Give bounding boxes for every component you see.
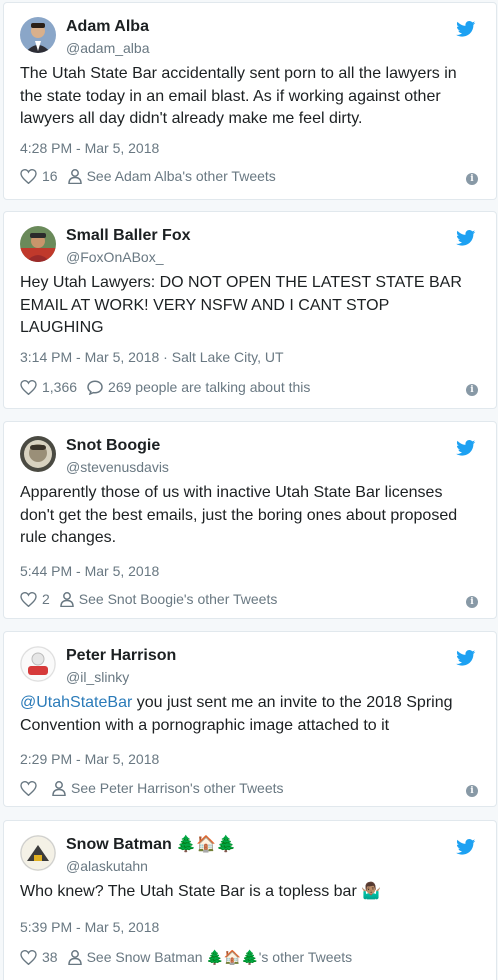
tweet-timestamp[interactable]: 5:39 PM - Mar 5, 2018 xyxy=(20,918,159,936)
like-count: 16 xyxy=(42,168,58,184)
tweet-card[interactable]: Adam Alba @adam_alba The Utah State Bar … xyxy=(3,2,497,200)
tweet-text-line: lawyers all day didn't already make me f… xyxy=(20,110,363,127)
author-name[interactable]: Small Baller Fox xyxy=(66,226,191,246)
heart-icon xyxy=(20,168,37,184)
heart-icon xyxy=(20,780,37,796)
heart-icon xyxy=(20,379,37,395)
tweet-card[interactable]: Snot Boogie @stevenusdavis Apparently th… xyxy=(3,421,497,619)
tweet-text: Who knew? The Utah State Bar is a toples… xyxy=(20,881,478,904)
tweet-text-line: Who knew? The Utah State Bar is a toples… xyxy=(20,883,382,900)
tweet-actions: 2 See Snot Boogie's other Tweets xyxy=(20,590,480,608)
tweet-actions: 38 See Snow Batman 🌲🏠🌲's other Tweets xyxy=(20,948,480,966)
like-button[interactable]: 38 xyxy=(20,948,58,966)
tweet-text-line: Hey Utah Lawyers: DO NOT OPEN THE LATEST… xyxy=(20,274,462,291)
other-tweets-label: See Snow Batman 🌲🏠🌲's other Tweets xyxy=(86,949,353,965)
other-tweets-link[interactable]: See Adam Alba's other Tweets xyxy=(67,167,276,185)
tweet-text: @UtahStateBar you just sent me an invite… xyxy=(20,692,478,737)
info-icon[interactable] xyxy=(466,784,478,798)
other-tweets-label: See Adam Alba's other Tweets xyxy=(86,168,276,184)
tweet-card[interactable]: Peter Harrison @il_slinky @UtahStateBar … xyxy=(3,631,497,807)
heart-icon xyxy=(20,949,37,965)
other-tweets-link[interactable]: See Peter Harrison's other Tweets xyxy=(52,779,284,797)
author-name[interactable]: Peter Harrison xyxy=(66,646,176,666)
author-handle[interactable]: @stevenusdavis xyxy=(66,458,169,476)
name-emoji: 🌲🏠🌲 xyxy=(176,836,237,853)
like-button[interactable] xyxy=(20,780,42,796)
tweet-text-line: LAUGHING xyxy=(20,319,104,336)
person-icon xyxy=(60,591,74,607)
tweet-text-line: the state today in an email blast. As if… xyxy=(20,87,441,105)
tweet-text-line: don't get the best emails, just the bori… xyxy=(20,506,458,524)
tweet-actions: 16 See Adam Alba's other Tweets xyxy=(20,167,480,185)
tweet-text-line: EMAIL AT WORK! VERY NSFW AND I CANT STOP xyxy=(20,296,390,314)
tweet-text-line: Convention with a pornographic image att… xyxy=(20,716,390,734)
like-count: 2 xyxy=(42,591,50,607)
person-icon xyxy=(67,168,82,184)
twitter-bird-icon[interactable] xyxy=(456,650,476,666)
avatar[interactable] xyxy=(20,835,56,871)
like-count: 1,366 xyxy=(42,379,78,395)
tweet-text-line: The Utah State Bar accidentally sent por… xyxy=(20,65,457,82)
tweet-card[interactable]: Small Baller Fox @FoxOnABox_ Hey Utah La… xyxy=(3,211,497,409)
info-icon[interactable] xyxy=(466,383,478,397)
other-tweets-link[interactable]: See Snow Batman 🌲🏠🌲's other Tweets xyxy=(67,948,353,966)
like-button[interactable]: 1,366 xyxy=(20,378,77,396)
tweet-text: Apparently those of us with inactive Uta… xyxy=(20,482,478,550)
tweet-text-line: rule changes. xyxy=(20,529,117,546)
tweet-timestamp[interactable]: 3:14 PM - Mar 5, 2018 · Salt Lake City, … xyxy=(20,348,284,366)
conversation-label: 269 people are talking about this xyxy=(108,379,311,395)
tweet-text-line: Apparently those of us with inactive Uta… xyxy=(20,484,443,501)
tweet-actions: See Peter Harrison's other Tweets xyxy=(20,779,480,797)
twitter-bird-icon[interactable] xyxy=(456,839,476,855)
other-tweets-label: See Snot Boogie's other Tweets xyxy=(78,591,278,607)
tweet-text: The Utah State Bar accidentally sent por… xyxy=(20,63,478,131)
tweet-card[interactable]: Snow Batman 🌲🏠🌲 @alaskutahn Who knew? Th… xyxy=(3,820,497,980)
heart-icon xyxy=(20,591,37,607)
tweet-timestamp[interactable]: 2:29 PM - Mar 5, 2018 xyxy=(20,750,159,768)
like-button[interactable]: 16 xyxy=(20,167,58,185)
author-name-text: Snow Batman xyxy=(66,836,172,853)
avatar[interactable] xyxy=(20,226,56,262)
info-icon[interactable] xyxy=(466,595,478,609)
conversation-link[interactable]: 269 people are talking about this xyxy=(87,378,310,396)
twitter-bird-icon[interactable] xyxy=(456,230,476,246)
tweet-text-line: @UtahStateBar you just sent me an invite… xyxy=(20,692,478,715)
tweet-feed: Adam Alba @adam_alba The Utah State Bar … xyxy=(0,0,498,980)
speech-bubble-icon xyxy=(87,379,103,395)
tweet-text-segment: you just sent me an invite to the 2018 S… xyxy=(132,694,453,711)
mention-link[interactable]: @UtahStateBar xyxy=(20,694,132,711)
avatar[interactable] xyxy=(20,17,56,53)
person-icon xyxy=(67,949,82,965)
author-name[interactable]: Adam Alba xyxy=(66,17,149,37)
twitter-bird-icon[interactable] xyxy=(456,21,476,37)
tweet-text: Hey Utah Lawyers: DO NOT OPEN THE LATEST… xyxy=(20,272,478,340)
other-tweets-label: See Peter Harrison's other Tweets xyxy=(71,780,284,796)
tweet-timestamp[interactable]: 5:44 PM - Mar 5, 2018 xyxy=(20,562,159,580)
author-name[interactable]: Snow Batman 🌲🏠🌲 xyxy=(66,835,236,855)
twitter-bird-icon[interactable] xyxy=(456,440,476,456)
author-handle[interactable]: @FoxOnABox_ xyxy=(66,248,163,266)
like-count: 38 xyxy=(42,949,58,965)
tweet-actions: 1,366 269 people are talking about this xyxy=(20,378,480,396)
like-button[interactable]: 2 xyxy=(20,590,50,608)
author-handle[interactable]: @adam_alba xyxy=(66,39,150,57)
person-icon xyxy=(52,780,66,796)
tweet-timestamp[interactable]: 4:28 PM - Mar 5, 2018 xyxy=(20,139,159,157)
avatar[interactable] xyxy=(20,436,56,472)
info-icon[interactable] xyxy=(466,172,478,186)
author-name[interactable]: Snot Boogie xyxy=(66,436,160,456)
author-handle[interactable]: @il_slinky xyxy=(66,668,129,686)
author-handle[interactable]: @alaskutahn xyxy=(66,857,148,875)
other-tweets-link[interactable]: See Snot Boogie's other Tweets xyxy=(60,590,278,608)
avatar[interactable] xyxy=(20,646,56,682)
